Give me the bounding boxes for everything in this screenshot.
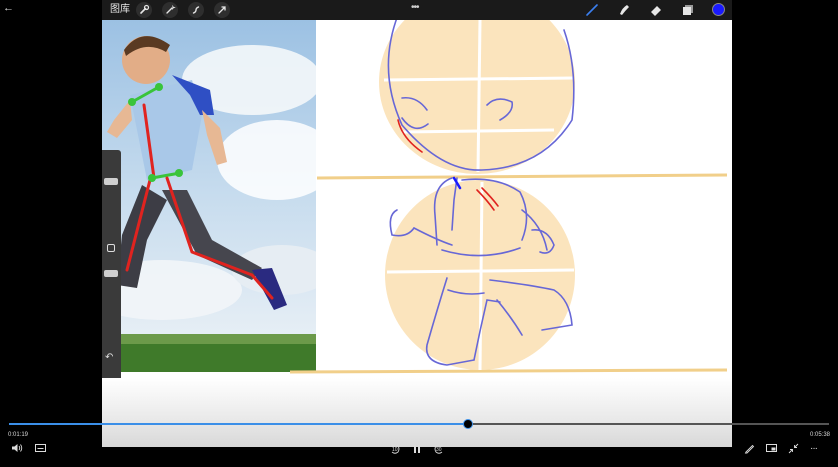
- pen-icon[interactable]: [744, 443, 755, 454]
- brush-size-slider[interactable]: [104, 178, 118, 185]
- skip-forward-button[interactable]: 30: [433, 443, 445, 455]
- skip-back-button[interactable]: 10: [389, 443, 401, 455]
- smudge-icon[interactable]: [616, 2, 632, 18]
- app-toolbar: 图库 •••: [102, 0, 732, 20]
- more-dots-icon[interactable]: •••: [411, 2, 419, 13]
- fullscreen-exit-icon[interactable]: [788, 443, 799, 454]
- more-options-icon[interactable]: ···: [810, 443, 818, 454]
- brush-icon[interactable]: [584, 2, 600, 18]
- subtitles-icon[interactable]: [35, 444, 46, 453]
- modify-button[interactable]: [107, 244, 115, 252]
- bottom-fade: [102, 378, 732, 447]
- skip-back-label: 10: [392, 447, 398, 453]
- volume-icon[interactable]: [11, 443, 23, 453]
- magic-wand-icon[interactable]: [162, 2, 178, 18]
- wrench-icon[interactable]: [136, 2, 152, 18]
- brush-size-sidebar: ↶: [102, 150, 121, 388]
- back-arrow-icon[interactable]: ←: [3, 2, 14, 14]
- undo-icon[interactable]: ↶: [105, 352, 113, 363]
- video-frame: 图库 ••• ↶: [102, 0, 732, 447]
- elapsed-time: 0:01:19: [8, 432, 29, 438]
- color-picker-swatch[interactable]: [712, 3, 725, 16]
- gallery-button[interactable]: 图库: [110, 3, 130, 17]
- skip-forward-label: 30: [436, 447, 442, 453]
- miniplayer-icon[interactable]: [766, 444, 777, 453]
- total-duration: 0:05:38: [810, 432, 831, 438]
- eraser-icon[interactable]: [648, 2, 664, 18]
- seek-bar[interactable]: [9, 419, 829, 429]
- layers-icon[interactable]: [680, 2, 696, 18]
- opacity-slider[interactable]: [104, 270, 118, 277]
- seek-bar-fill: [9, 423, 469, 425]
- pause-button[interactable]: [413, 444, 421, 454]
- selection-icon[interactable]: [188, 2, 204, 18]
- transform-arrow-icon[interactable]: [214, 2, 230, 18]
